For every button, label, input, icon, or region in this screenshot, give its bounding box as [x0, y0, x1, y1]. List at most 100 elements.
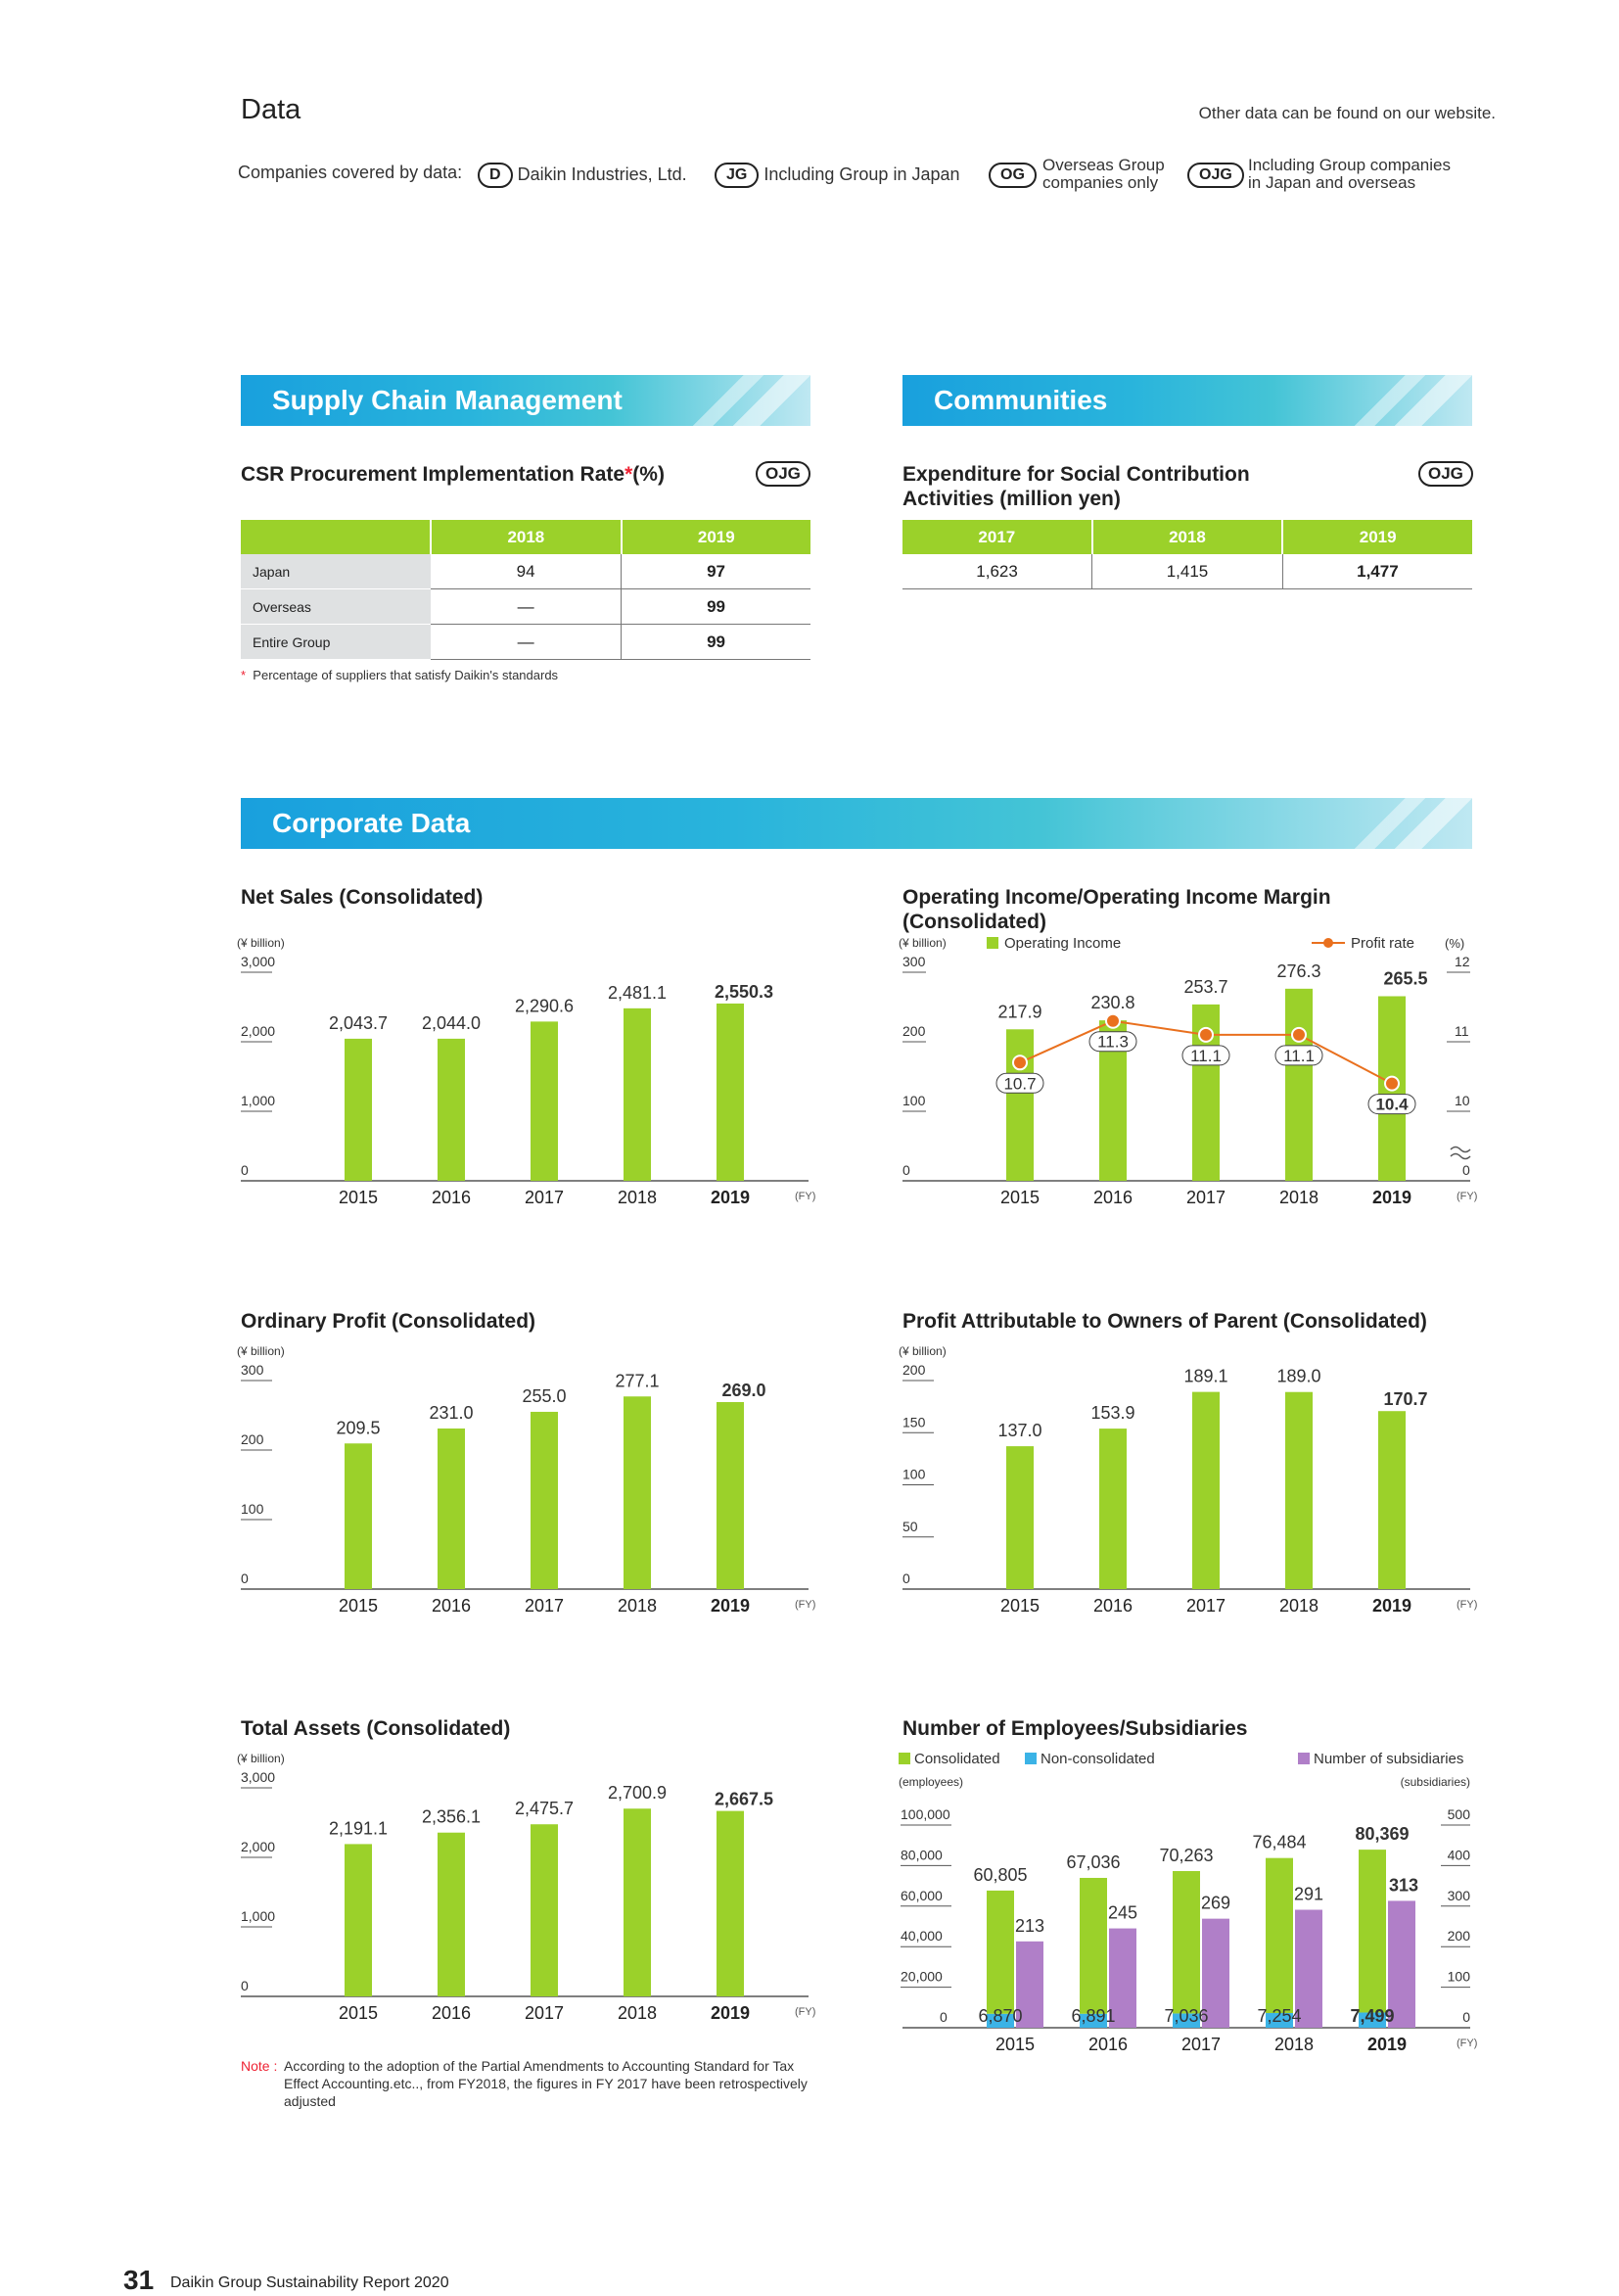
y-axis-label: (¥ billion)	[899, 936, 947, 950]
y-tick-label: 300	[241, 1362, 264, 1378]
y-tick-label: 40,000	[901, 1928, 943, 1944]
data-label: 189.1	[1183, 1367, 1227, 1386]
rate-label: 11.1	[1283, 1047, 1315, 1065]
supply-chain-banner-text: Supply Chain Management	[272, 385, 623, 415]
bar	[438, 1428, 465, 1589]
legend-marker-profit-rate	[1323, 938, 1333, 948]
social-header-2018: 2018	[1091, 520, 1284, 554]
corporate-note: Note : According to the adoption of the …	[241, 2057, 828, 2110]
y-tick-label: 1,000	[241, 1908, 275, 1924]
footnote-asterisk: *	[241, 668, 247, 682]
coverage-text-jg: Including Group in Japan	[763, 164, 960, 184]
x-tick-label: 2017	[525, 2003, 564, 2023]
bar	[1006, 1029, 1034, 1181]
legend-swatch-subsidiaries	[1298, 1753, 1310, 1764]
y-tick-label-right: 200	[1448, 1928, 1471, 1944]
bar	[531, 1021, 558, 1181]
y-tick-label: 2,000	[241, 1023, 275, 1039]
csr-footnote: * Percentage of suppliers that satisfy D…	[241, 668, 558, 682]
cell-entire-2019: 99	[621, 624, 810, 660]
coverage-text-ojg: Including Group companies in Japan and o…	[1248, 157, 1451, 192]
x-tick-label: 2015	[1000, 1596, 1040, 1616]
x-tick-label: 2016	[432, 1596, 471, 1616]
social-contribution-table: 2017 2018 2019 1,623 1,415 1,477	[902, 520, 1472, 589]
x-axis-unit: (FY)	[795, 1599, 815, 1611]
note-label: Note :	[241, 2058, 278, 2074]
y-tick-label: 0	[902, 1162, 910, 1178]
legend-subsidiaries: Number of subsidiaries	[1314, 1751, 1463, 1767]
y-axis-label: (employees)	[899, 1775, 963, 1789]
x-tick-label: 2019	[711, 1188, 750, 1207]
corporate-data-banner: Corporate Data	[241, 798, 1472, 849]
net-sales-title: Net Sales (Consolidated)	[241, 886, 484, 909]
table-row: Overseas — 99	[241, 588, 810, 625]
data-label: 2,475.7	[515, 1799, 574, 1818]
legend-swatch-non-consolidated	[1025, 1753, 1037, 1764]
x-tick-label: 2018	[618, 1188, 657, 1207]
operating-income-chart: (¥ billion) Operating Income Profit rate (%…	[899, 935, 1477, 1207]
rate-label: 10.7	[1003, 1074, 1036, 1093]
cell-overseas-2019: 99	[621, 588, 810, 625]
y-axis-label: (¥ billion)	[237, 1344, 285, 1358]
x-tick-label: 2017	[1181, 2035, 1221, 2054]
bar	[345, 1443, 372, 1589]
legend-consolidated: Consolidated	[914, 1751, 1000, 1767]
data-label: 2,667.5	[715, 1790, 773, 1809]
data-label-subsidiaries: 313	[1389, 1875, 1418, 1895]
bar	[1285, 988, 1313, 1181]
data-label: 153.9	[1090, 1403, 1134, 1423]
ordinary-profit-title: Ordinary Profit (Consolidated)	[241, 1310, 536, 1333]
note-line1: According to the adoption of the Partial…	[284, 2058, 795, 2074]
x-tick-label: 2018	[1274, 2035, 1314, 2054]
x-axis-unit: (FY)	[1457, 1191, 1477, 1202]
x-tick-label: 2018	[618, 1596, 657, 1616]
social-cell-2017: 1,623	[902, 554, 1092, 589]
y-tick-label-right: 300	[1448, 1888, 1471, 1903]
data-label-consolidated: 70,263	[1159, 1846, 1213, 1865]
csr-table: 2018 2019 Japan 94 97 Overseas — 99 Enti…	[241, 520, 810, 660]
y-tick-label-right: 500	[1448, 1806, 1471, 1822]
cell-overseas-2018: —	[431, 588, 622, 625]
operating-income-title: Operating Income/Operating Income Margin…	[902, 885, 1331, 934]
data-label: 277.1	[615, 1371, 659, 1390]
social-table-header: 2017 2018 2019	[902, 520, 1472, 554]
y-tick-label: 0	[241, 1570, 249, 1586]
data-label: 276.3	[1276, 961, 1320, 981]
bar	[717, 1402, 744, 1589]
bar	[438, 1038, 465, 1181]
coverage-item-jg: JG Including Group in Japan	[715, 163, 960, 188]
y-tick-label: 200	[902, 1362, 926, 1378]
y-tick-label-right: 12	[1455, 954, 1470, 969]
row-label-japan: Japan	[241, 554, 432, 589]
row-label-overseas: Overseas	[241, 588, 432, 625]
profit-rate-point	[1384, 1075, 1400, 1092]
y-tick-label: 300	[902, 954, 926, 969]
y-tick-label: 3,000	[241, 1769, 275, 1785]
y-tick-label: 2,000	[241, 1839, 275, 1854]
x-tick-label: 2017	[1186, 1188, 1226, 1207]
csr-table-header: 2018 2019	[241, 520, 810, 554]
website-note[interactable]: Other data can be found on our website.	[1199, 104, 1496, 123]
coverage-legend: Companies covered by data: D Daikin Indu…	[238, 157, 1501, 200]
cell-japan-2019: 97	[621, 554, 810, 589]
legend-profit-rate: Profit rate	[1351, 935, 1414, 952]
x-tick-label: 2019	[1367, 2035, 1407, 2054]
x-tick-label: 2018	[618, 2003, 657, 2023]
x-tick-label: 2015	[339, 1596, 378, 1616]
coverage-label: Companies covered by data:	[238, 163, 463, 182]
social-title-line2: Activities (million yen)	[902, 488, 1121, 510]
x-tick-label: 2017	[525, 1188, 564, 1207]
social-title-line1: Expenditure for Social Contribution	[902, 463, 1250, 486]
bar	[1006, 1446, 1034, 1589]
data-label-subsidiaries: 291	[1294, 1885, 1323, 1904]
profit-parent-title: Profit Attributable to Owners of Parent …	[902, 1310, 1427, 1333]
y-axis-label: (¥ billion)	[899, 1344, 947, 1358]
y-tick-label: 1,000	[241, 1093, 275, 1108]
coverage-item-og: OG	[989, 163, 1037, 188]
y-tick-label: 200	[902, 1023, 926, 1039]
supply-chain-banner: Supply Chain Management	[241, 375, 810, 426]
data-label-consolidated: 67,036	[1066, 1852, 1120, 1872]
x-tick-label: 2017	[525, 1596, 564, 1616]
data-label: 2,191.1	[329, 1818, 388, 1838]
badge-og: OG	[989, 163, 1037, 188]
